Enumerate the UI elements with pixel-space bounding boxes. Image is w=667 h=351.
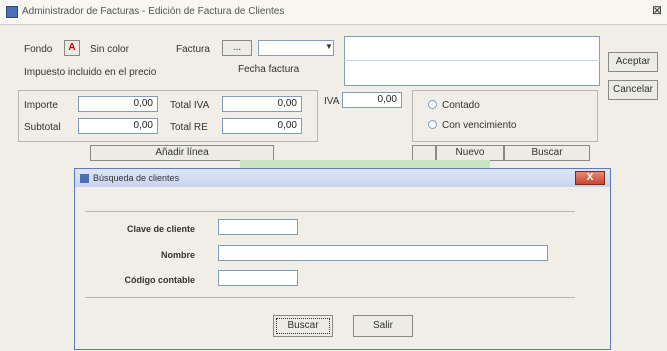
payment-group — [412, 90, 598, 142]
nombre-input[interactable] — [218, 245, 548, 261]
app-icon — [6, 6, 18, 18]
dialog-icon — [80, 174, 89, 183]
notes-textarea[interactable] — [344, 36, 600, 86]
dialog-title: Búsqueda de clientes — [93, 173, 180, 183]
codigo-contable-input[interactable] — [218, 270, 298, 286]
notes-divider — [344, 60, 600, 61]
add-line-button[interactable]: Añadir línea — [90, 145, 274, 161]
contado-radio[interactable] — [428, 100, 437, 109]
buscar-button[interactable]: Buscar — [273, 315, 333, 337]
salir-button[interactable]: Salir — [353, 315, 413, 337]
subtotal-field[interactable]: 0,00 — [78, 118, 158, 134]
factura-label: Factura — [176, 44, 210, 55]
search-line-button[interactable]: Buscar — [504, 145, 590, 161]
color-label: Fondo — [24, 44, 53, 55]
cancel-button[interactable]: Cancelar — [608, 80, 658, 100]
customer-search-dialog: Búsqueda de clientes X Clave de cliente … — [74, 168, 611, 350]
total-re-field[interactable]: 0,00 — [222, 118, 302, 134]
vencimiento-radio[interactable] — [428, 120, 437, 129]
clave-input[interactable] — [218, 219, 298, 235]
accept-button[interactable]: Aceptar — [608, 52, 658, 72]
date-label: Fecha factura — [238, 64, 300, 75]
tax-included-label: Impuesto incluido en el precio — [24, 67, 157, 78]
codigo-contable-label: Código contable — [124, 275, 196, 285]
color-a-button[interactable]: A — [64, 40, 80, 56]
ellipsis-button[interactable]: ... — [222, 40, 252, 56]
iva-field[interactable]: 0,00 — [342, 92, 402, 108]
importe-field[interactable]: 0,00 — [78, 96, 158, 112]
window-titlebar: Administrador de Facturas - Edición de F… — [0, 0, 667, 25]
iva-label: IVA — [324, 96, 340, 107]
grid-highlight — [240, 160, 490, 168]
dialog-divider-bottom — [85, 297, 575, 298]
combo-arrow-icon[interactable]: ▼ — [325, 42, 333, 51]
dialog-divider-top — [85, 211, 575, 212]
contado-label: Contado — [442, 100, 480, 111]
total-iva-label: Total IVA — [170, 100, 210, 111]
vencimiento-label: Con vencimiento — [442, 120, 517, 131]
new-line-button[interactable]: Nuevo — [436, 145, 504, 161]
clave-label: Clave de cliente — [126, 224, 195, 234]
window-title: Administrador de Facturas - Edición de F… — [22, 6, 285, 17]
factura-combo[interactable] — [258, 40, 334, 56]
total-re-label: Total RE — [170, 122, 208, 133]
color-value: Sin color — [90, 44, 129, 55]
dialog-close-icon[interactable]: X — [575, 171, 605, 185]
total-iva-field[interactable]: 0,00 — [222, 96, 302, 112]
nombre-label: Nombre — [160, 250, 195, 260]
subtotal-label: Subtotal — [24, 122, 61, 133]
importe-label: Importe — [24, 100, 58, 111]
line-prev-button[interactable] — [412, 145, 436, 161]
window-close-icon[interactable]: ⊠ — [650, 3, 664, 17]
